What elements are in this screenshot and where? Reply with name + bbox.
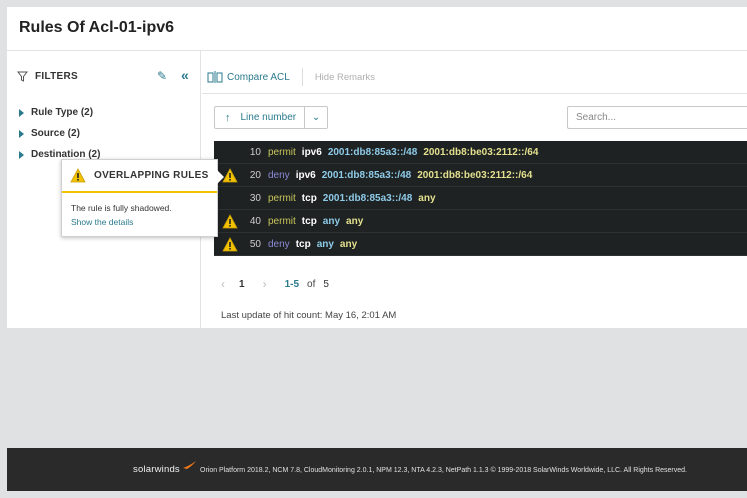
rules-toolbar: Compare ACL Hide Remarks bbox=[207, 62, 375, 92]
warning-icon[interactable] bbox=[222, 168, 238, 183]
rule-protocol: ipv6 bbox=[301, 146, 322, 158]
table-row[interactable]: 10 permit ipv6 2001:db8:85a3::/48 2001:db8:b… bbox=[214, 141, 747, 164]
copyright-text: Orion Platform 2018.2, NCM 7.8, CloudMon… bbox=[200, 467, 687, 474]
rule-text: deny ipv6 2001:db8:85a3::/48 2001:db8:be03:… bbox=[268, 170, 532, 181]
caret-right-icon bbox=[19, 108, 24, 117]
rule-action: permit bbox=[268, 192, 296, 204]
rule-destination: any bbox=[339, 238, 358, 250]
rule-source: 2001:db8:85a3::/48 bbox=[321, 169, 412, 181]
page-title: Rules Of Acl-01-ipv6 bbox=[19, 19, 175, 36]
total-count: 5 bbox=[323, 278, 329, 290]
rule-action: permit bbox=[268, 146, 296, 158]
filters-label: FILTERS bbox=[35, 71, 79, 82]
filter-item-source[interactable]: Source (2) bbox=[19, 128, 80, 139]
rule-destination: any bbox=[346, 215, 364, 227]
rule-source: any bbox=[322, 215, 341, 227]
compare-acl-label: Compare ACL bbox=[227, 71, 290, 83]
last-update-text: Last update of hit count: May 16, 2:01 A… bbox=[221, 310, 397, 321]
rule-protocol: tcp bbox=[295, 238, 311, 250]
filter-item-label: Rule Type (2) bbox=[31, 107, 94, 118]
rule-action: deny bbox=[268, 238, 290, 250]
caret-right-icon bbox=[19, 150, 24, 159]
rule-action: permit bbox=[268, 215, 296, 227]
filter-item-rule-type[interactable]: Rule Type (2) bbox=[19, 107, 93, 118]
footer: solarwinds Orion Platform 2018.2, NCM 7.… bbox=[7, 448, 747, 491]
line-number: 20 bbox=[249, 169, 261, 181]
line-number: 40 bbox=[249, 215, 261, 227]
rule-source: any bbox=[316, 238, 334, 250]
rule-action: deny bbox=[268, 169, 290, 181]
filter-icon bbox=[17, 71, 28, 82]
line-number: 30 bbox=[249, 192, 261, 204]
of-label: of bbox=[307, 278, 316, 290]
line-number: 10 bbox=[249, 146, 261, 158]
tooltip-title: OVERLAPPING RULES bbox=[94, 170, 209, 181]
rule-protocol: tcp bbox=[301, 192, 317, 204]
prev-page-icon[interactable]: ‹ bbox=[221, 277, 225, 291]
toolbar-separator bbox=[301, 68, 303, 86]
sort-dropdown-button[interactable]: ⌄ bbox=[304, 107, 327, 128]
solarwinds-bird-icon bbox=[183, 461, 196, 469]
sort-label: Line number bbox=[240, 112, 297, 123]
pagination: ‹ 1 › 1-5 of 5 bbox=[221, 277, 329, 291]
search-input[interactable] bbox=[567, 106, 747, 129]
table-row[interactable]: 30 permit tcp 2001:db8:85a3::/48 any bbox=[214, 187, 747, 210]
rules-table: 10 permit ipv6 2001:db8:85a3::/48 2001:db8:b… bbox=[214, 141, 747, 256]
top-strip bbox=[0, 0, 747, 7]
warning-icon[interactable] bbox=[222, 237, 238, 252]
hide-remarks-button[interactable]: Hide Remarks bbox=[315, 72, 375, 83]
tooltip-body: The rule is fully shadowed. Show the det… bbox=[62, 193, 217, 237]
compare-acl-button[interactable]: Compare ACL bbox=[207, 70, 290, 84]
table-row[interactable]: 40 permit tcp any any bbox=[214, 210, 747, 233]
rule-text: permit ipv6 2001:db8:85a3::/48 2001:db8:be0… bbox=[268, 147, 538, 158]
sort-control: ↑ Line number ⌄ bbox=[214, 106, 328, 129]
page-range: 1-5 bbox=[284, 278, 300, 290]
sort-line-number-button[interactable]: ↑ Line number bbox=[215, 107, 304, 128]
compare-icon bbox=[207, 71, 223, 83]
filter-item-label: Source (2) bbox=[31, 128, 80, 139]
show-details-link[interactable]: Show the details bbox=[71, 215, 208, 229]
rule-protocol: tcp bbox=[301, 215, 317, 227]
current-page[interactable]: 1 bbox=[239, 279, 245, 290]
rule-text: permit tcp any any bbox=[268, 216, 363, 227]
solarwinds-logo: solarwinds bbox=[133, 464, 180, 475]
tooltip-header: OVERLAPPING RULES bbox=[62, 160, 217, 193]
toolbar-divider bbox=[202, 93, 747, 94]
caret-right-icon bbox=[19, 129, 24, 138]
rule-destination: 2001:db8:be03:2112::/64 bbox=[417, 169, 533, 181]
warning-icon bbox=[70, 168, 86, 183]
table-row[interactable]: 50 deny tcp any any bbox=[214, 233, 747, 256]
arrow-up-icon: ↑ bbox=[225, 111, 231, 124]
rule-source: 2001:db8:85a3::/48 bbox=[322, 192, 413, 204]
chevron-down-icon: ⌄ bbox=[311, 112, 321, 123]
rule-destination: any bbox=[418, 192, 436, 204]
warning-icon[interactable] bbox=[222, 214, 238, 229]
tooltip-message: The rule is fully shadowed. bbox=[71, 203, 172, 213]
table-row[interactable]: 20 deny ipv6 2001:db8:85a3::/48 2001:db8:be0… bbox=[214, 164, 747, 187]
rule-source: 2001:db8:85a3::/48 bbox=[327, 146, 418, 158]
rule-text: permit tcp 2001:db8:85a3::/48 any bbox=[268, 193, 436, 204]
tooltip-pointer bbox=[217, 170, 224, 184]
rule-protocol: ipv6 bbox=[295, 169, 316, 181]
filters-header: FILTERS bbox=[17, 71, 78, 82]
edit-pencil-icon[interactable]: ✎ bbox=[157, 69, 167, 83]
rule-destination: 2001:db8:be03:2112::/64 bbox=[423, 146, 539, 158]
rule-text: deny tcp any any bbox=[268, 239, 357, 250]
next-page-icon[interactable]: › bbox=[263, 277, 267, 291]
collapse-sidebar-icon[interactable]: « bbox=[181, 67, 189, 83]
line-number: 50 bbox=[249, 238, 261, 250]
overlapping-rules-tooltip: OVERLAPPING RULES The rule is fully shad… bbox=[61, 159, 224, 237]
